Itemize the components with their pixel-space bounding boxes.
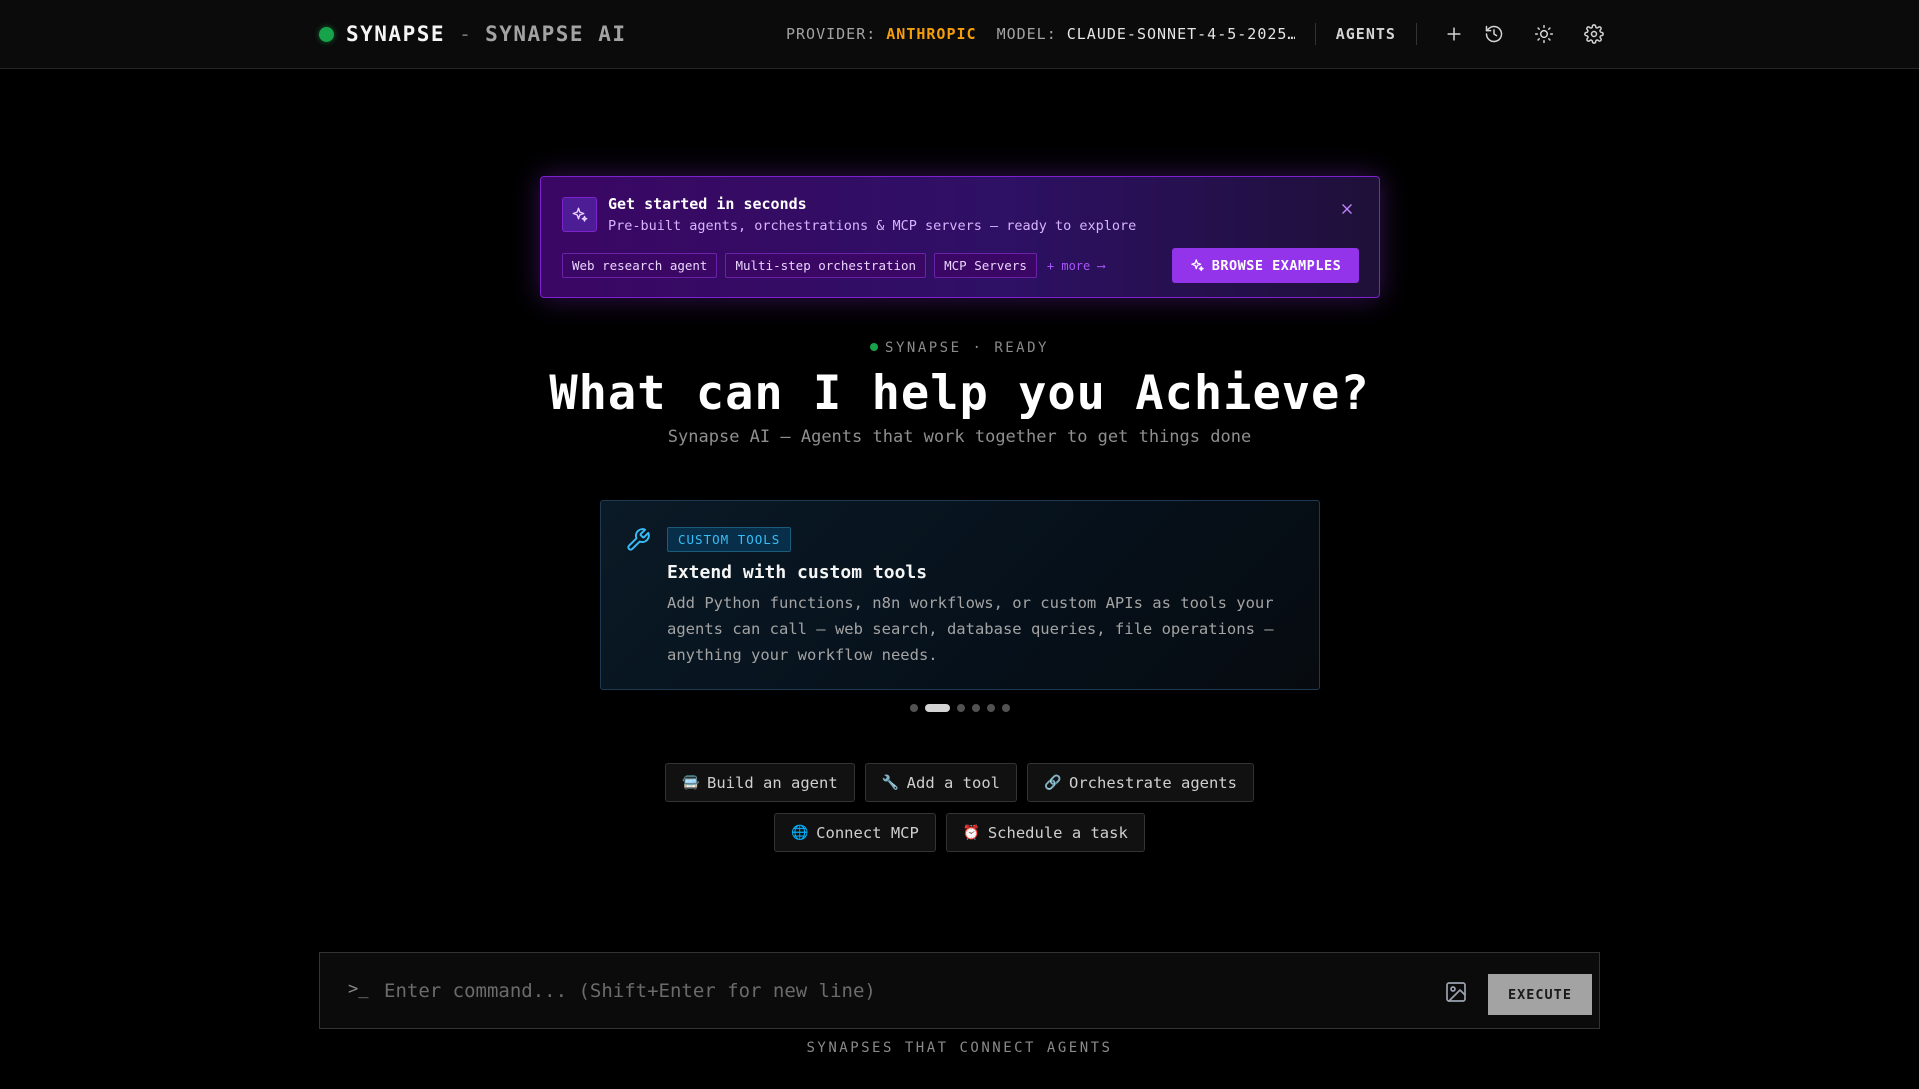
carousel-dot[interactable] xyxy=(956,704,965,712)
feature-title: Extend with custom tools xyxy=(667,562,928,583)
agents-link[interactable]: AGENTS xyxy=(1336,25,1396,43)
schedule-task-button[interactable]: ⏰ Schedule a task xyxy=(945,813,1145,852)
provider-selector[interactable]: ANTHROPIC xyxy=(886,25,976,43)
top-bar: SYNAPSE - SYNAPSE AI PROVIDER: ANTHROPIC… xyxy=(0,0,1919,69)
divider xyxy=(1314,23,1316,45)
carousel-dot[interactable] xyxy=(986,704,995,712)
carousel-dots xyxy=(0,704,1919,712)
browse-examples-label: BROWSE EXAMPLES xyxy=(1211,257,1342,274)
banner-title: Get started in seconds xyxy=(608,195,807,213)
feature-description: Add Python functions, n8n workflows, or … xyxy=(667,594,1274,664)
terminal-prompt-icon: >_ xyxy=(348,979,369,999)
connect-mcp-label: Connect MCP xyxy=(816,823,919,842)
execute-button[interactable]: EXECUTE xyxy=(1488,974,1592,1015)
tag-multi-step-orchestration[interactable]: Multi-step orchestration xyxy=(725,253,927,278)
sun-icon[interactable] xyxy=(1527,17,1561,51)
close-icon[interactable] xyxy=(1337,199,1357,219)
footer-tagline: SYNAPSES THAT CONNECT AGENTS xyxy=(806,1040,1113,1056)
provider-label: PROVIDER: xyxy=(786,25,877,43)
page-title: What can I help you Achieve? xyxy=(549,366,1370,421)
sparkles-icon xyxy=(562,197,597,232)
carousel-dot[interactable] xyxy=(924,704,950,712)
plus-icon[interactable] xyxy=(1437,17,1471,51)
banner-tags: Web research agent Multi-step orchestrat… xyxy=(562,253,1105,278)
schedule-task-label: Schedule a task xyxy=(987,823,1128,842)
page-subtitle: Synapse AI — Agents that work together t… xyxy=(667,427,1252,447)
ready-status: SYNAPSE · READY xyxy=(0,340,1919,356)
status-dot-icon xyxy=(319,26,334,42)
orchestrate-agents-button[interactable]: 🔗 Orchestrate agents xyxy=(1027,763,1254,802)
build-agent-button[interactable]: 🚍 Build an agent xyxy=(665,763,855,802)
feature-card[interactable]: CUSTOM TOOLS Extend with custom tools Ad… xyxy=(600,500,1320,690)
carousel-dot[interactable] xyxy=(971,704,980,712)
carousel-dot[interactable] xyxy=(909,704,918,712)
command-input[interactable] xyxy=(384,971,1404,1011)
link-icon: 🔗 xyxy=(1044,774,1062,791)
top-nav: PROVIDER: ANTHROPIC MODEL: CLAUDE-SONNET… xyxy=(786,18,1611,50)
add-tool-label: Add a tool xyxy=(906,773,1000,792)
gear-icon[interactable] xyxy=(1577,17,1611,51)
brand-separator: - xyxy=(459,22,472,46)
alarm-clock-icon: ⏰ xyxy=(962,824,981,841)
history-icon[interactable] xyxy=(1477,17,1511,51)
ready-status-text: SYNAPSE · READY xyxy=(885,340,1049,356)
build-agent-label: Build an agent xyxy=(707,773,838,792)
wrench-icon: 🔧 xyxy=(881,774,900,791)
quick-actions-row-1: 🚍 Build an agent 🔧 Add a tool 🔗 Orchestr… xyxy=(0,763,1919,802)
quick-actions-row-2: 🌐 Connect MCP ⏰ Schedule a task xyxy=(0,813,1919,852)
more-link[interactable]: + more ⟶ xyxy=(1047,259,1105,273)
image-upload-icon[interactable] xyxy=(1444,980,1468,1004)
orchestrate-agents-label: Orchestrate agents xyxy=(1069,773,1237,792)
feature-badge: CUSTOM TOOLS xyxy=(667,527,792,552)
divider xyxy=(1415,23,1417,45)
carousel-dot[interactable] xyxy=(1001,704,1010,712)
brand[interactable]: SYNAPSE - SYNAPSE AI xyxy=(319,20,627,48)
model-selector[interactable]: CLAUDE-SONNET-4-5-2025… xyxy=(1067,25,1295,43)
brand-name: SYNAPSE xyxy=(346,22,446,46)
connect-mcp-button[interactable]: 🌐 Connect MCP xyxy=(774,813,936,852)
status-dot-icon xyxy=(870,343,879,351)
add-tool-button[interactable]: 🔧 Add a tool xyxy=(864,763,1017,802)
sparkles-icon xyxy=(1191,259,1204,272)
banner-subtitle: Pre-built agents, orchestrations & MCP s… xyxy=(608,218,1137,234)
model-label: MODEL: xyxy=(996,25,1057,43)
tag-mcp-servers[interactable]: MCP Servers xyxy=(934,253,1037,278)
browse-examples-button[interactable]: BROWSE EXAMPLES xyxy=(1172,248,1359,283)
get-started-banner: Get started in seconds Pre-built agents,… xyxy=(540,176,1380,298)
tag-web-research-agent[interactable]: Web research agent xyxy=(562,253,718,278)
bus-icon: 🚍 xyxy=(682,774,700,791)
globe-icon: 🌐 xyxy=(791,824,809,841)
command-bar: >_ EXECUTE xyxy=(319,952,1600,1029)
brand-subtitle: SYNAPSE AI xyxy=(485,22,627,46)
wrench-icon xyxy=(625,527,651,553)
